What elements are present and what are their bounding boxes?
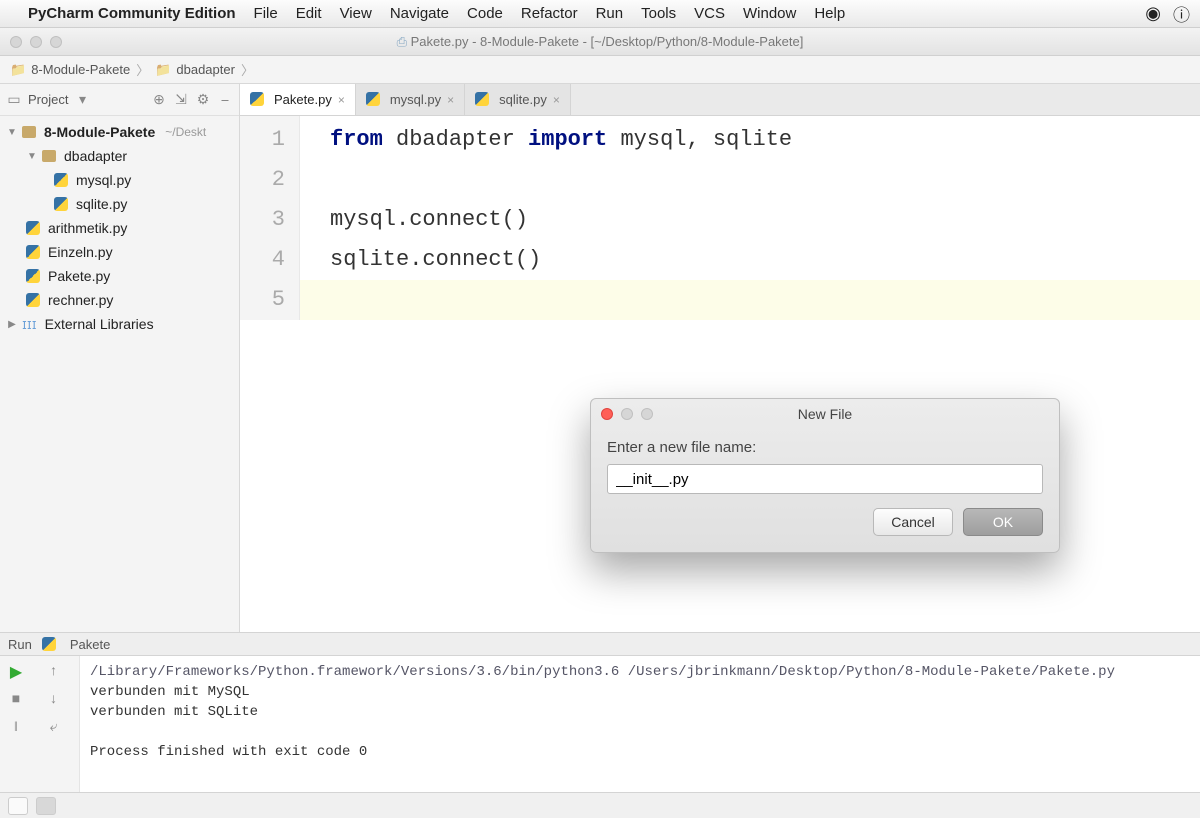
breadcrumb: 8-Module-Pakete 〉 dbadapter 〉 <box>0 56 1200 84</box>
project-tree[interactable]: ▼ 8-Module-Pakete ~/Deskt ▼ dbadapter my… <box>0 116 239 340</box>
console-output[interactable]: /Library/Frameworks/Python.framework/Ver… <box>80 656 1125 792</box>
stop-button[interactable]: ■ <box>6 690 26 710</box>
tree-file[interactable]: sqlite.py <box>0 192 239 216</box>
menu-vcs[interactable]: VCS <box>694 5 725 22</box>
editor-tabs: Pakete.py× mysql.py× sqlite.py× <box>240 84 1200 116</box>
target-icon[interactable]: ⊕ <box>151 92 167 108</box>
window-close-icon[interactable] <box>10 36 22 48</box>
tab-pakete[interactable]: Pakete.py× <box>240 84 356 115</box>
menu-tools[interactable]: Tools <box>641 5 676 22</box>
window-titlebar: ⎙ Pakete.py - 8-Module-Pakete - [~/Deskt… <box>0 28 1200 56</box>
menu-code[interactable]: Code <box>467 5 503 22</box>
info-icon[interactable]: ⓘ <box>1173 1 1190 26</box>
dropdown-icon[interactable]: ▾ <box>74 92 90 108</box>
window-title: Pakete.py - 8-Module-Pakete - [~/Desktop… <box>411 34 804 49</box>
gutter: 1 2 3 4 5 <box>240 116 300 320</box>
mac-menubar: PyCharm Community Edition File Edit View… <box>0 0 1200 28</box>
down-icon[interactable]: ↓ <box>44 690 64 710</box>
run-controls: ▶ ↑ ■ ↓ ‖ ⤶ <box>0 656 80 792</box>
menu-navigate[interactable]: Navigate <box>390 5 449 22</box>
wrap-icon[interactable]: ⤶ <box>44 718 64 738</box>
tree-file[interactable]: Pakete.py <box>0 264 239 288</box>
menu-help[interactable]: Help <box>814 5 845 22</box>
run-config-name: Pakete <box>70 637 110 652</box>
code-editor[interactable]: 1 2 3 4 5 from dbadapter import mysql, s… <box>240 116 1200 320</box>
project-view-icon[interactable]: ▭ <box>6 92 22 108</box>
dialog-title: New File <box>591 406 1059 422</box>
filename-input[interactable] <box>607 464 1043 494</box>
window-zoom-icon[interactable] <box>50 36 62 48</box>
breadcrumb-sub[interactable]: dbadapter <box>155 62 235 78</box>
menu-window[interactable]: Window <box>743 5 796 22</box>
up-icon[interactable]: ↑ <box>44 662 64 682</box>
dialog-prompt: Enter a new file name: <box>607 439 1043 456</box>
run-tool-window: ▶ ↑ ■ ↓ ‖ ⤶ /Library/Frameworks/Python.f… <box>0 656 1200 792</box>
run-label: Run <box>8 637 32 652</box>
chevron-right-icon: 〉 <box>136 60 149 79</box>
gear-icon[interactable]: ⚙ <box>195 92 211 108</box>
pause-button[interactable]: ‖ <box>6 718 26 738</box>
sidebar-title[interactable]: Project <box>28 92 68 107</box>
cloud-icon[interactable]: ◉ <box>1145 3 1161 24</box>
tab-mysql[interactable]: mysql.py× <box>356 84 465 115</box>
menu-file[interactable]: File <box>254 5 278 22</box>
app-name[interactable]: PyCharm Community Edition <box>28 5 236 22</box>
window-minimize-icon[interactable] <box>30 36 42 48</box>
status-toggle-2[interactable] <box>36 797 56 815</box>
tab-sqlite[interactable]: sqlite.py× <box>465 84 571 115</box>
menu-view[interactable]: View <box>340 5 372 22</box>
rerun-button[interactable]: ▶ <box>6 662 26 682</box>
tree-file[interactable]: arithmetik.py <box>0 216 239 240</box>
breadcrumb-root[interactable]: 8-Module-Pakete <box>10 62 130 78</box>
status-toggle-1[interactable] <box>8 797 28 815</box>
ok-button[interactable]: OK <box>963 508 1043 536</box>
project-sidebar: ▭ Project ▾ ⊕ ⇲ ⚙ ⎯ ▼ 8-Module-Pakete ~/… <box>0 84 240 632</box>
run-tool-header[interactable]: Run Pakete <box>0 632 1200 656</box>
tree-file[interactable]: rechner.py <box>0 288 239 312</box>
tree-folder-dbadapter[interactable]: ▼ dbadapter <box>0 144 239 168</box>
hide-icon[interactable]: ⎯ <box>217 92 233 108</box>
python-icon <box>42 637 60 652</box>
menu-refactor[interactable]: Refactor <box>521 5 578 22</box>
collapse-icon[interactable]: ⇲ <box>173 92 189 108</box>
menu-edit[interactable]: Edit <box>296 5 322 22</box>
close-icon[interactable]: × <box>338 93 345 107</box>
tree-file[interactable]: Einzeln.py <box>0 240 239 264</box>
status-bar <box>0 792 1200 818</box>
close-icon[interactable]: × <box>553 93 560 107</box>
new-file-dialog: New File Enter a new file name: Cancel O… <box>590 398 1060 553</box>
close-icon[interactable]: × <box>447 93 454 107</box>
cancel-button[interactable]: Cancel <box>873 508 953 536</box>
chevron-right-icon: 〉 <box>241 60 254 79</box>
tree-external-libraries[interactable]: ▶ External Libraries <box>0 312 239 336</box>
tree-file[interactable]: mysql.py <box>0 168 239 192</box>
menu-run[interactable]: Run <box>596 5 624 22</box>
tree-root[interactable]: ▼ 8-Module-Pakete ~/Deskt <box>0 120 239 144</box>
